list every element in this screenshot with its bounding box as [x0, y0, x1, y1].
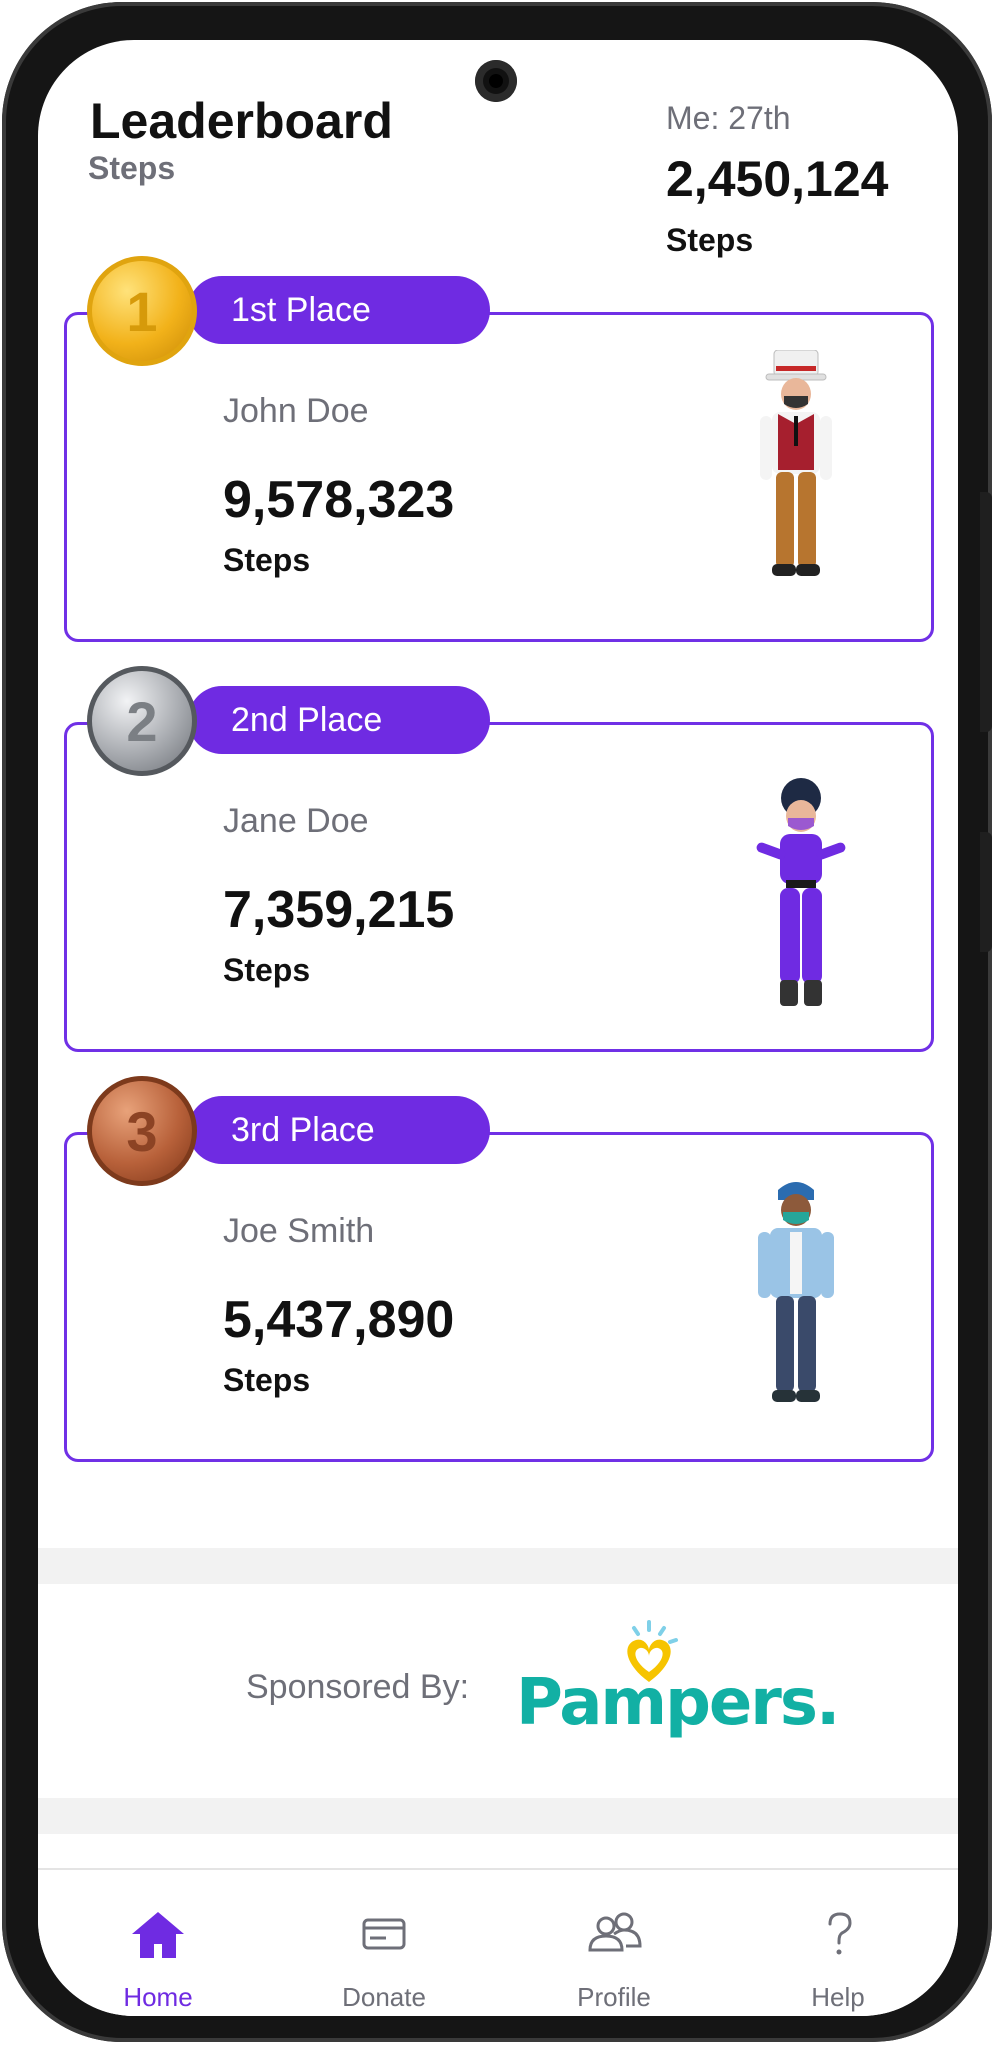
page-subtitle: Steps — [88, 150, 176, 186]
tab-home-label: Home — [123, 1982, 193, 2012]
avatar-woman-purple-icon — [756, 778, 846, 1006]
my-rank: Me: 27th — [666, 100, 791, 136]
tab-profile[interactable]: Profile — [524, 1870, 704, 2016]
leader-unit-1: Steps — [223, 542, 311, 578]
app-screen: Leaderboard Steps Me: 27th 2,450,124 Ste… — [38, 40, 958, 2016]
gold-medal-icon: 1 — [87, 256, 197, 366]
tab-home[interactable]: Home — [68, 1870, 248, 2016]
leader-name-2: Jane Doe — [223, 802, 369, 840]
silver-medal-icon: 2 — [87, 666, 197, 776]
phone-frame: Leaderboard Steps Me: 27th 2,450,124 Ste… — [2, 2, 992, 2042]
place-badge-1: 1st Place — [188, 276, 490, 344]
my-steps-unit: Steps — [666, 222, 754, 258]
tab-profile-label: Profile — [577, 1982, 651, 2012]
users-icon — [588, 1912, 642, 1952]
page-title: Leaderboard — [90, 93, 393, 149]
avatar-man-denim-icon — [758, 1182, 834, 1402]
sponsor-logo[interactable]: Pampers. — [516, 1620, 840, 1770]
power-button — [980, 832, 992, 952]
leader-steps-3: 5,437,890 — [223, 1291, 455, 1349]
place-badge-2: 2nd Place — [188, 686, 490, 754]
section-divider — [38, 1548, 958, 1584]
bottom-nav: Home Donate Profile Help — [38, 1868, 958, 2016]
place-badge-3: 3rd Place — [188, 1096, 490, 1164]
volume-button — [980, 492, 992, 732]
home-icon — [132, 1912, 184, 1958]
tab-donate[interactable]: Donate — [294, 1870, 474, 2016]
bronze-medal-icon: 3 — [87, 1076, 197, 1186]
section-divider — [38, 1798, 958, 1834]
tab-help-label: Help — [811, 1982, 865, 2012]
tab-donate-label: Donate — [342, 1982, 426, 2012]
tab-help[interactable]: Help — [748, 1870, 928, 2016]
avatar-man-top-hat-icon — [760, 350, 832, 576]
leader-name-3: Joe Smith — [223, 1212, 375, 1250]
card-icon — [362, 1918, 406, 1950]
leader-steps-1: 9,578,323 — [223, 471, 455, 529]
sponsor-label: Sponsored By: — [246, 1668, 470, 1706]
my-steps-value: 2,450,124 — [666, 151, 889, 207]
front-camera — [475, 60, 517, 102]
sponsor-brand: Pampers. — [516, 1666, 840, 1740]
leader-unit-3: Steps — [223, 1362, 311, 1398]
question-icon — [828, 1912, 852, 1955]
leader-name-1: John Doe — [223, 392, 369, 430]
leader-steps-2: 7,359,215 — [223, 881, 455, 939]
leader-unit-2: Steps — [223, 952, 311, 988]
